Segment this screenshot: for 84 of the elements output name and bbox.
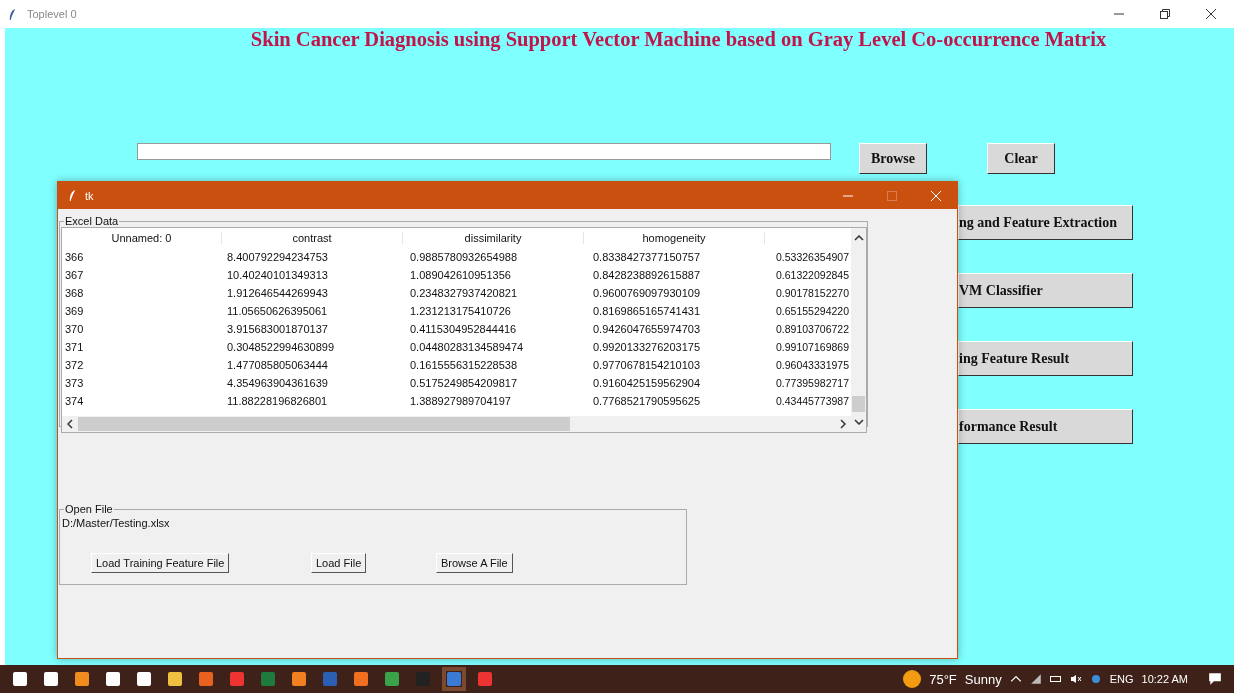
table-cell-text: 0.8169865165741431	[592, 305, 702, 317]
table-cell-text: 0.9426047655974703	[592, 323, 702, 335]
table-cell-text: 0.3048522994630899	[226, 341, 336, 353]
notification-icon[interactable]	[1208, 672, 1222, 686]
table-cell-text: 0.2348327937420821	[409, 287, 519, 299]
wifi-icon[interactable]	[1029, 673, 1042, 685]
table-cell-text: 0.8338427377150757	[592, 251, 702, 263]
table-cell-text: 0.96043331975	[775, 359, 850, 371]
feather-icon	[8, 7, 17, 21]
table-cell-text: 0.9160425159562904	[592, 377, 702, 389]
column-header[interactable]: contrast	[222, 232, 403, 244]
action-button[interactable]: ing Feature Result	[958, 341, 1133, 376]
table-cell-text: 0.5175249854209817	[409, 377, 519, 389]
app-heading: Skin Cancer Diagnosis using Support Vector Machine based on Gray Level Co-occurrence Matrix	[249, 28, 1108, 50]
table-cell-text: 0.77395982717	[775, 377, 850, 389]
table-cell-text: 0.8428238892615887	[592, 269, 702, 281]
battery-icon[interactable]	[1049, 673, 1062, 685]
table-cell-text: 4.354963904361639	[226, 377, 329, 389]
chevron-up-icon[interactable]	[1009, 673, 1022, 685]
table-cell-text: 1.388927989704197	[409, 395, 512, 407]
table-cell-text: 8.400792294234753	[226, 251, 329, 263]
file-path: D:/Master/Testing.xlsx	[62, 517, 171, 529]
column-header[interactable]: Unnamed: 0	[62, 232, 222, 244]
table-cell-text: 0.4115304952844416	[409, 323, 518, 335]
table-cell-text: 0.9920133276203175	[592, 341, 702, 353]
table-cell-text: 371	[64, 341, 85, 353]
restore-icon[interactable]	[1160, 9, 1170, 19]
feather-icon	[68, 189, 77, 202]
table-cell-text: 1.477085805063444	[226, 359, 329, 371]
table-cell-text: 0.7768521790595625	[592, 395, 702, 407]
table-cell-text: 374	[64, 395, 85, 407]
action-button[interactable]: formance Result	[958, 409, 1133, 444]
maximize-icon	[887, 190, 897, 201]
table-cell-text: 0.9885780932654988	[409, 251, 519, 263]
temperature: 75°F	[929, 671, 957, 687]
frame-label: Open File	[64, 503, 114, 515]
action-button[interactable]: ng and Feature Extraction	[958, 205, 1133, 240]
table-cell-text: 1.089042610951356	[409, 269, 512, 281]
table-cell-text: 366	[64, 251, 85, 263]
action-button[interactable]: Browse	[859, 143, 927, 174]
table-cell-text: 0.90178152270	[775, 287, 850, 299]
file-button[interactable]: Browse A File	[436, 553, 513, 573]
clock[interactable]: 10:22 AM	[1141, 673, 1188, 685]
table-cell-text: 367	[64, 269, 85, 281]
table-cell-text: 0.04480283134589474	[409, 341, 525, 353]
mute-icon[interactable]	[1069, 673, 1082, 685]
table-cell-text: 1.231213175410726	[409, 305, 512, 317]
table-cell-text: 368	[64, 287, 85, 299]
table-cell-text: 372	[64, 359, 85, 371]
action-button[interactable]: Clear	[987, 143, 1055, 174]
action-button[interactable]: VM Classifier	[958, 273, 1133, 308]
table-cell-text: 0.9600769097930109	[592, 287, 702, 299]
table-cell-text: 0.89103706722	[775, 323, 850, 335]
table-cell-text: 0.53326354907	[775, 251, 850, 263]
path-field[interactable]	[137, 143, 831, 160]
vertical-scrollbar[interactable]	[851, 228, 866, 432]
sun-icon	[903, 670, 922, 688]
frame-label: Excel Data	[64, 215, 120, 227]
file-button[interactable]: Load Training Feature File	[91, 553, 230, 573]
table-cell-text: 370	[64, 323, 85, 335]
column-header[interactable]: homogeneity	[584, 232, 765, 244]
scroll-thumb[interactable]	[78, 417, 570, 431]
table-cell-text: 10.40240101349313	[226, 269, 329, 281]
weather-condition: Sunny	[964, 671, 1002, 687]
table-cell-text: 0.9770678154210103	[592, 359, 702, 371]
table-cell-text: 373	[64, 377, 85, 389]
window-title: Toplevel 0	[27, 8, 77, 20]
horizontal-scrollbar[interactable]	[62, 416, 851, 432]
close-icon[interactable]	[1206, 9, 1216, 19]
file-button[interactable]: Load File	[311, 553, 367, 573]
table-cell-text: 0.1615556315228538	[409, 359, 519, 371]
table-cell-text: 0.61322092845	[775, 269, 850, 281]
table-cell-text: 1.912646544269943	[226, 287, 329, 299]
window-title: tk	[85, 189, 94, 202]
table-cell-text: 11.05650626395061	[226, 305, 329, 317]
table-cell-text: 0.99107169869	[775, 341, 850, 353]
column-header[interactable]: dissimilarity	[403, 232, 584, 244]
language[interactable]: ENG	[1109, 673, 1134, 685]
scroll-thumb[interactable]	[852, 396, 865, 412]
table-cell-text: 0.65155294220	[775, 305, 850, 317]
table-cell-text: 11.88228196826801	[226, 395, 329, 407]
table-cell-text: 369	[64, 305, 85, 317]
table-cell-text: 3.915683001870137	[226, 323, 329, 335]
table-cell-text: 0.43445773987	[775, 395, 850, 407]
